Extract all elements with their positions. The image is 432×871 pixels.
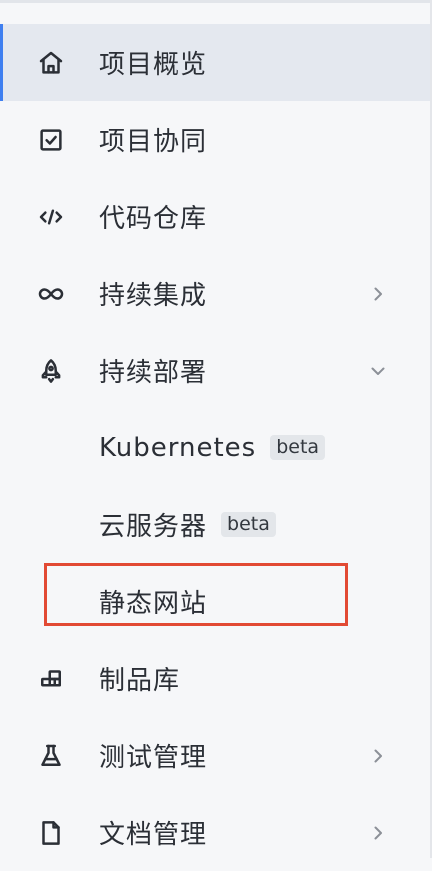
checkbox-icon — [36, 125, 66, 155]
sidebar-item-project-overview[interactable]: 项目概览 — [0, 24, 430, 101]
top-divider — [0, 0, 432, 3]
sidebar-item-continuous-deployment[interactable]: 持续部署 — [0, 332, 430, 409]
infinity-icon — [36, 279, 66, 309]
home-icon — [36, 48, 66, 78]
sidebar-subitem-cloud-server[interactable]: 云服务器 beta — [0, 486, 430, 563]
sidebar-item-label: 持续部署 — [99, 358, 208, 388]
sidebar-item-project-collaboration[interactable]: 项目协同 — [0, 101, 430, 178]
sidebar-item-label: 持续集成 — [99, 281, 208, 311]
sidebar-item-label: 测试管理 — [99, 743, 208, 773]
sidebar-item-document-management[interactable]: 文档管理 — [0, 794, 430, 871]
beta-badge: beta — [270, 435, 326, 460]
sidebar-item-label: 制品库 — [99, 666, 181, 696]
sidebar-item-label: 项目协同 — [99, 127, 208, 157]
beta-badge: beta — [221, 512, 276, 537]
sidebar-item-label: 文档管理 — [99, 820, 208, 850]
sidebar-item-label: 项目概览 — [99, 50, 208, 80]
sidebar-item-label: 云服务器 — [99, 512, 208, 542]
sidebar-subitem-label-group: Kubernetes beta — [99, 432, 326, 463]
sidebar-subitem-static-website[interactable]: 静态网站 — [0, 563, 430, 640]
sidebar-item-code-repository[interactable]: 代码仓库 — [0, 178, 430, 255]
code-icon — [36, 202, 66, 232]
sidebar-menu: 项目概览 项目协同 代码仓库 持续集成 持续部署 Kubernetes beta… — [0, 24, 430, 871]
flask-icon — [36, 741, 66, 771]
rocket-icon — [36, 356, 66, 386]
chevron-right-icon[interactable] — [370, 286, 386, 302]
sidebar-item-label: 代码仓库 — [99, 204, 208, 234]
sidebar-item-artifact-repository[interactable]: 制品库 — [0, 640, 430, 717]
sidebar-item-continuous-integration[interactable]: 持续集成 — [0, 255, 430, 332]
sidebar-item-label: Kubernetes — [99, 432, 257, 463]
sidebar-item-test-management[interactable]: 测试管理 — [0, 717, 430, 794]
artifact-icon — [36, 664, 66, 694]
sidebar-subitem-label-group: 云服务器 beta — [99, 506, 276, 543]
chevron-right-icon[interactable] — [370, 748, 386, 764]
document-icon — [36, 818, 66, 848]
sidebar-subitem-kubernetes[interactable]: Kubernetes beta — [0, 409, 430, 486]
chevron-right-icon[interactable] — [370, 825, 386, 841]
chevron-down-icon[interactable] — [370, 363, 386, 379]
sidebar-item-label: 静态网站 — [99, 589, 208, 619]
